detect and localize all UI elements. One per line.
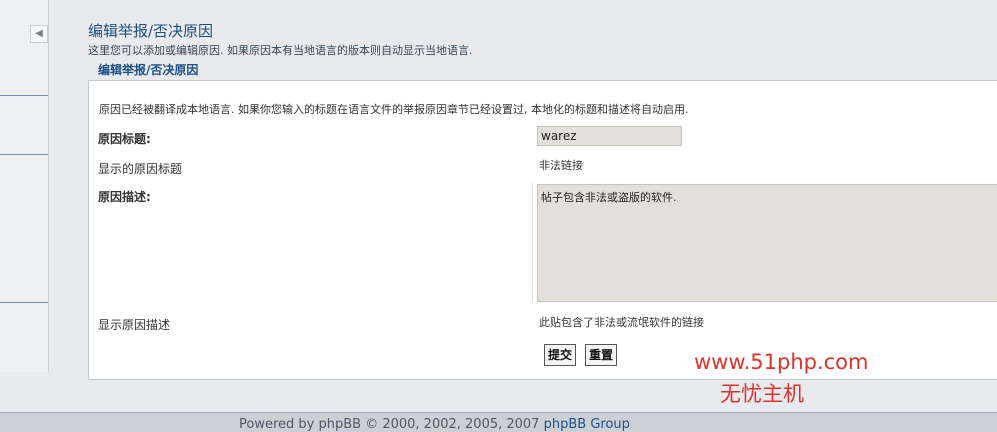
page-title: 编辑举报/否决原因 <box>88 22 214 40</box>
sidebar-divider <box>0 95 48 96</box>
displayed-description-value: 此贴包含了非法或流氓软件的链接 <box>539 316 704 329</box>
reason-title-input[interactable]: warez <box>537 126 682 146</box>
footer-prefix: Powered by phpBB © 2000, 2002, 2005, 200… <box>239 417 540 432</box>
displayed-title-value: 非法链接 <box>539 159 583 172</box>
displayed-title-label: 显示的原因标题 <box>98 162 183 176</box>
footer-brand-link[interactable]: phpBB Group <box>544 417 630 432</box>
collapse-sidebar-button[interactable]: ◀ <box>30 25 48 43</box>
collapse-arrow-left-icon: ◀ <box>35 28 43 39</box>
reason-description-label: 原因描述: <box>98 190 151 204</box>
watermark-url: www.51php.com <box>694 350 869 374</box>
left-sidebar: ◀ <box>0 0 49 372</box>
footer-copyright: Powered by phpBB © 2000, 2002, 2005, 200… <box>239 417 630 432</box>
watermark-text: 无忧主机 <box>720 382 804 406</box>
reason-title-label: 原因标题: <box>98 132 151 146</box>
translation-info: 原因已经被翻译成本地语言. 如果你您输入的标题在语言文件的举报原因章节已经设置过… <box>99 103 689 116</box>
submit-button[interactable]: 提交 <box>544 344 577 366</box>
reason-description-textarea[interactable]: 帖子包含非法或盗版的软件. <box>537 184 997 302</box>
displayed-description-label: 显示原因描述 <box>98 318 171 332</box>
column-divider <box>532 183 533 301</box>
page-description: 这里您可以添加或编辑原因. 如果原因本有当地语言的版本则自动显示当地语言. <box>88 44 473 57</box>
sidebar-divider <box>0 154 48 155</box>
footer: Powered by phpBB © 2000, 2002, 2005, 200… <box>0 412 997 432</box>
reset-button[interactable]: 重置 <box>585 344 618 366</box>
sidebar-divider <box>0 302 48 303</box>
section-title: 编辑举报/否决原因 <box>98 63 199 77</box>
